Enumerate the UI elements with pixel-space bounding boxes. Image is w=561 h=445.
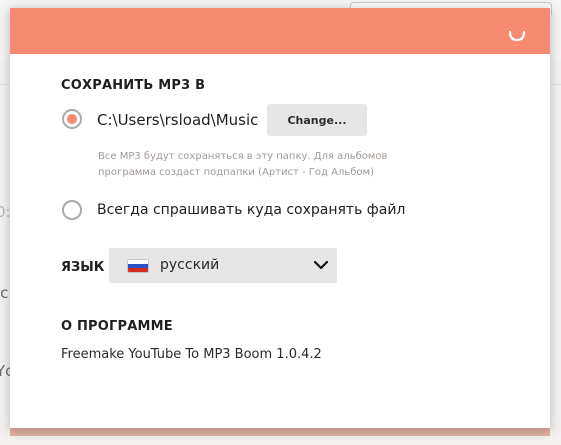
save-to-folder-radio[interactable]: [62, 109, 82, 129]
settings-dialog: СОХРАНИТЬ MP3 В C:\Users\rsload\Music Ch…: [10, 8, 550, 428]
background-accent-strip: [10, 428, 550, 436]
always-ask-label: Всегда спрашивать куда сохранять файл: [97, 202, 406, 218]
save-folder-path: C:\Users\rsload\Music: [97, 111, 259, 129]
russia-flag-icon: [127, 259, 149, 273]
save-folder-hint: Все MP3 будут сохраняться в эту папку. Д…: [98, 151, 388, 178]
language-label: ЯЗЫК: [61, 260, 105, 275]
language-dropdown[interactable]: русский: [109, 248, 337, 283]
close-button[interactable]: [506, 22, 528, 44]
dialog-header: [10, 8, 550, 54]
about-section-title: О ПРОГРАММЕ: [61, 319, 173, 334]
save-section-title: СОХРАНИТЬ MP3 В: [61, 78, 206, 93]
radio-selected-dot: [67, 114, 77, 124]
always-ask-radio[interactable]: [62, 200, 82, 220]
change-folder-button[interactable]: Change...: [267, 104, 367, 136]
background-text-fragment: ic: [0, 284, 9, 302]
close-icon: [508, 30, 526, 42]
chevron-down-icon: [313, 260, 329, 270]
about-version-text: Freemake YouTube To MP3 Boom 1.0.4.2: [61, 347, 322, 362]
language-selected-value: русский: [160, 257, 220, 273]
